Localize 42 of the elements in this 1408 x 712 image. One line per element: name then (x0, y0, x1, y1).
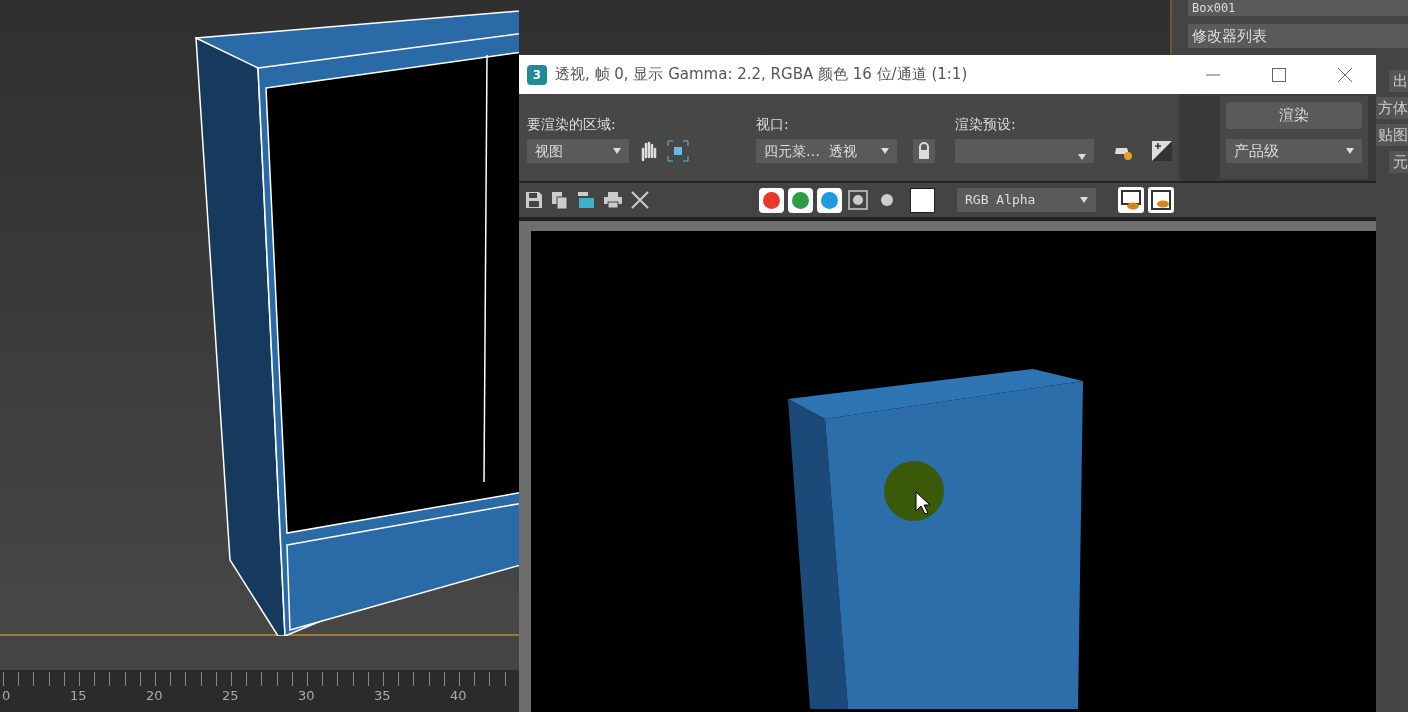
auto-region-icon[interactable] (667, 140, 689, 162)
print-icon[interactable] (603, 191, 623, 209)
preset-label: 渲染预设: (955, 115, 1017, 134)
quality-dropdown[interactable]: 产品级 (1226, 139, 1362, 163)
panel-label[interactable]: 贴图 (1374, 124, 1408, 146)
caret-icon (1078, 154, 1086, 160)
exposure-icon[interactable] (1152, 141, 1172, 161)
caret-icon (1346, 148, 1354, 154)
window-stack-icon[interactable] (577, 191, 595, 209)
display-channel-dropdown[interactable]: RGB Alpha (957, 188, 1096, 212)
modifier-list-dropdown[interactable]: 修改器列表 (1188, 24, 1408, 48)
frame-number: 35 (374, 687, 391, 705)
app-icon: 3 (527, 64, 547, 85)
viewport-label: 视口: (756, 115, 790, 134)
cursor-icon (915, 491, 931, 515)
background-color-swatch[interactable] (910, 187, 935, 213)
viewport-dropdown[interactable]: 四元菜… 透视 (756, 139, 897, 163)
frame-number: 0 (2, 687, 11, 705)
panel-label[interactable]: 出 (1389, 70, 1408, 92)
close-icon[interactable] (1338, 67, 1352, 82)
save-icon[interactable] (525, 191, 543, 209)
frame-number: 20 (146, 687, 163, 705)
window-title: 透视, 帧 0, 显示 Gamma: 2.2, RGBA 颜色 16 位/通道 (1:1) (555, 64, 969, 86)
area-label: 要渲染的区域: (527, 115, 617, 134)
caret-icon (881, 148, 889, 154)
timeline-ruler[interactable] (0, 670, 519, 712)
panel-label[interactable]: 元 (1389, 151, 1408, 173)
maximize-icon[interactable] (1272, 67, 1286, 82)
frame-number: 40 (450, 687, 467, 705)
lock-icon[interactable] (913, 139, 935, 163)
panel-label[interactable]: 方体 (1374, 97, 1408, 119)
area-dropdown[interactable]: 视图 (527, 139, 629, 163)
copy-icon[interactable] (551, 191, 569, 209)
object-name-field[interactable]: Box001 (1188, 0, 1408, 16)
caret-icon (1080, 197, 1088, 203)
frame-number: 15 (70, 687, 87, 705)
caret-icon (613, 148, 621, 154)
frame-number: 30 (298, 687, 315, 705)
dot-icon[interactable] (880, 193, 894, 207)
monochrome-icon[interactable] (848, 190, 868, 210)
render-button[interactable]: 渲染 (1226, 102, 1362, 129)
frame-number: 25 (222, 687, 239, 705)
